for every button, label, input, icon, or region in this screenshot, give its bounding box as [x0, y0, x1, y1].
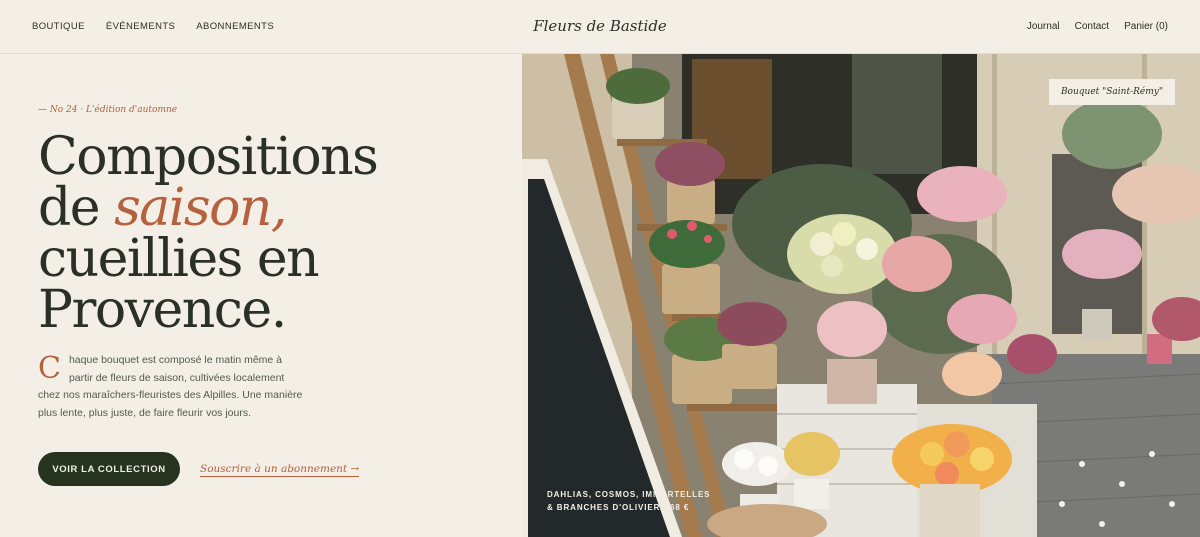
hero-headline: Compositions de saison, cueillies en Pro…	[38, 131, 379, 336]
bouquet-tag: Bouquet "Saint-Rémy"	[1048, 79, 1175, 105]
site-header: BOUTIQUE ÉVÉNEMENTS ABONNEMENTS Fleurs d…	[0, 0, 1200, 54]
brand-logo[interactable]: Fleurs de Bastide	[0, 17, 1200, 35]
intro-text: haque bouquet est composé le matin même …	[38, 354, 303, 419]
hero-intro: Chaque bouquet est composé le matin même…	[38, 352, 306, 422]
edition-label: — No 24 · L'édition d'automne	[38, 105, 178, 115]
nav-cart-link[interactable]: Panier (0)	[1124, 21, 1168, 32]
headline-line-4: Provence.	[38, 280, 287, 340]
caption-line-1: DAHLIAS, COSMOS, IMMORTELLES	[547, 490, 711, 499]
subscribe-link[interactable]: Souscrire à un abonnement →	[200, 463, 360, 477]
flower-shop-illustration	[522, 54, 1200, 537]
nav-contact-link[interactable]: Contact	[1075, 21, 1109, 32]
hero-photo: Bouquet "Saint-Rémy" DAHLIAS, COSMOS, IM…	[522, 54, 1200, 537]
intro-dropcap: C	[38, 351, 61, 386]
caption-line-2: & BRANCHES D'OLIVIER · 68 €	[547, 503, 690, 512]
view-collection-button[interactable]: VOIR LA COLLECTION	[38, 452, 180, 486]
secondary-nav: Journal Contact Panier (0)	[1027, 21, 1168, 32]
nav-journal-link[interactable]: Journal	[1027, 21, 1060, 32]
photo-caption: DAHLIAS, COSMOS, IMMORTELLES & BRANCHES …	[547, 488, 710, 514]
